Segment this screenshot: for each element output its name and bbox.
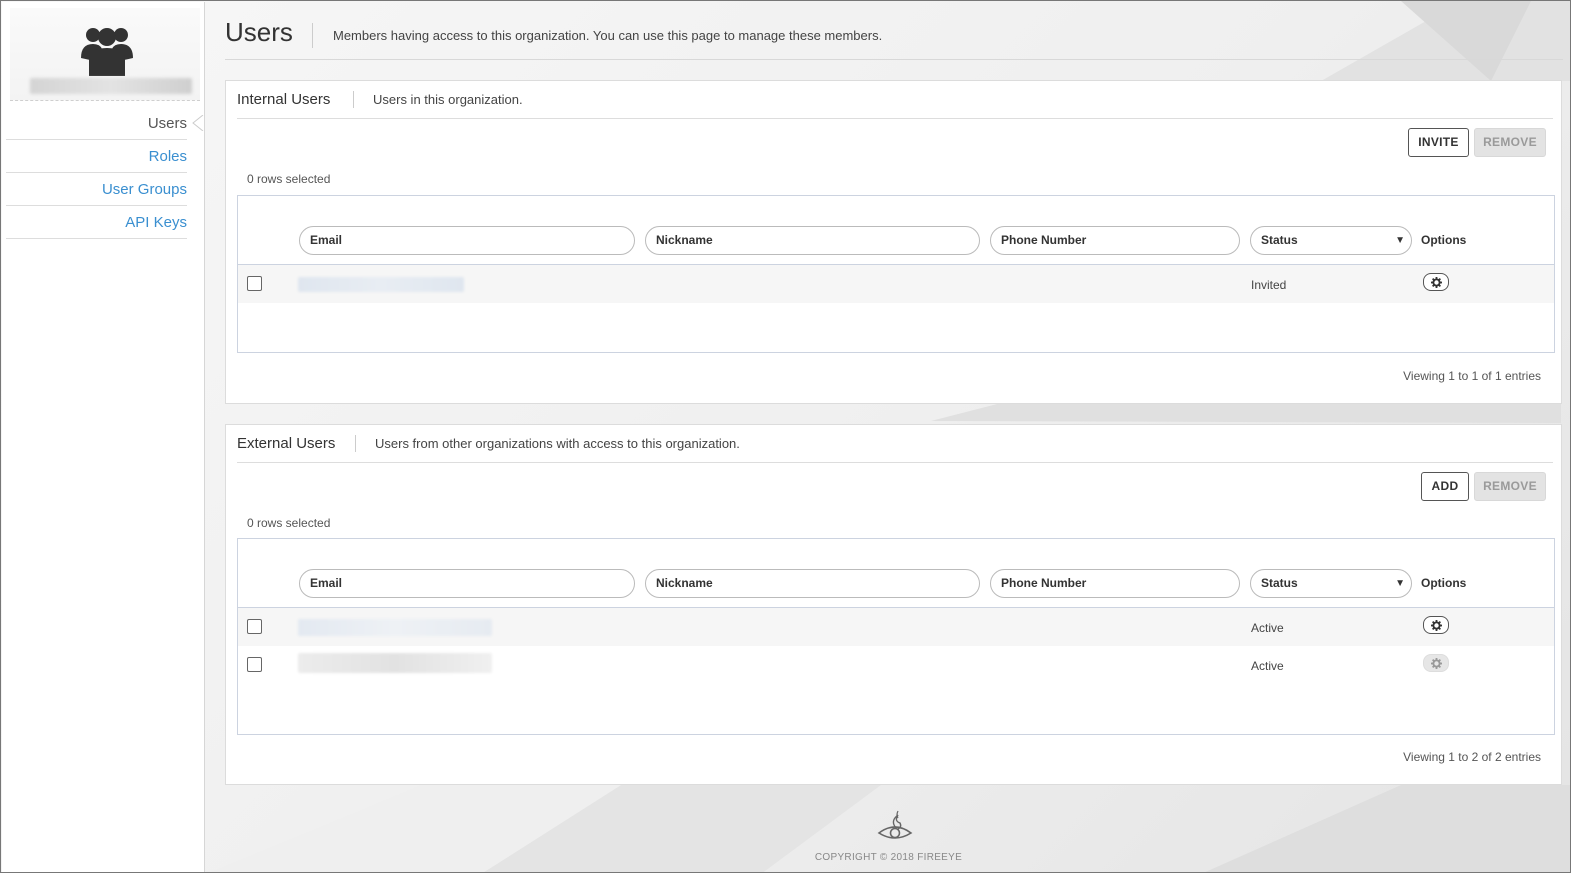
sidebar-item-label: API Keys xyxy=(125,214,187,231)
phone-column-header: Phone Number xyxy=(1001,576,1087,590)
email-redacted xyxy=(298,653,492,673)
options-column-header: Options xyxy=(1421,576,1467,590)
nickname-filter-input[interactable]: Nickname xyxy=(645,226,980,255)
panel-title-divider xyxy=(355,435,356,452)
options-column-header: Options xyxy=(1421,233,1467,247)
nickname-column-header: Nickname xyxy=(656,576,713,590)
sidebar: Users Roles User Groups API Keys xyxy=(2,2,205,872)
email-column-header: Email xyxy=(310,233,343,247)
phone-filter-input[interactable]: Phone Number xyxy=(990,226,1240,255)
remove-button[interactable]: REMOVE xyxy=(1474,472,1546,501)
panel-description: Users from other organizations with acce… xyxy=(375,436,740,451)
chevron-down-icon: ▼ xyxy=(1395,578,1405,589)
title-divider xyxy=(312,23,313,48)
gear-icon xyxy=(1431,620,1442,631)
row-checkbox[interactable] xyxy=(247,657,262,672)
external-users-panel: External Users Users from other organiza… xyxy=(225,424,1562,785)
gear-icon xyxy=(1431,658,1442,669)
add-button[interactable]: ADD xyxy=(1421,472,1469,501)
sidebar-item-label: Users xyxy=(147,115,187,132)
email-redacted xyxy=(298,619,492,636)
email-filter-input[interactable]: Email xyxy=(299,226,635,255)
org-name-redacted xyxy=(30,78,192,94)
sidebar-nav: Users Roles User Groups API Keys xyxy=(6,107,204,239)
nickname-column-header: Nickname xyxy=(656,233,713,247)
table-row: Invited xyxy=(238,265,1554,303)
row-checkbox[interactable] xyxy=(247,276,262,291)
remove-button[interactable]: REMOVE xyxy=(1474,128,1546,157)
org-avatar xyxy=(10,8,200,101)
users-group-icon xyxy=(81,28,133,76)
sidebar-item-label: User Groups xyxy=(101,181,187,198)
header-divider xyxy=(225,59,1563,60)
status-column-header: Status xyxy=(1261,576,1298,590)
row-options-button[interactable] xyxy=(1423,616,1449,634)
sidebar-item-api-keys[interactable]: API Keys xyxy=(6,206,187,239)
rows-selected-count: 0 rows selected xyxy=(247,172,331,186)
gear-icon xyxy=(1431,277,1442,288)
panel-description: Users in this organization. xyxy=(373,92,523,107)
row-options-button[interactable] xyxy=(1423,273,1449,291)
email-redacted xyxy=(298,277,464,292)
row-options-button[interactable] xyxy=(1423,654,1449,672)
sidebar-item-users[interactable]: Users xyxy=(6,107,204,140)
nickname-filter-input[interactable]: Nickname xyxy=(645,569,980,598)
status-column-header: Status xyxy=(1261,233,1298,247)
fireeye-logo-icon xyxy=(877,810,913,839)
table-row: Active xyxy=(238,646,1554,684)
status-cell: Active xyxy=(1251,659,1284,673)
active-caret-icon xyxy=(192,115,204,131)
page-description: Members having access to this organizati… xyxy=(333,28,883,43)
internal-users-table: Email Nickname Phone Number Status ▼ Opt… xyxy=(237,195,1555,353)
panel-divider xyxy=(237,118,1553,119)
pagination-info: Viewing 1 to 1 of 1 entries xyxy=(1403,369,1541,383)
app-window: Users Roles User Groups API Keys Users M… xyxy=(0,0,1571,873)
panel-title-divider xyxy=(353,91,354,108)
panel-divider xyxy=(237,462,1553,463)
invite-button[interactable]: INVITE xyxy=(1408,128,1469,157)
external-users-table: Email Nickname Phone Number Status ▼ Opt… xyxy=(237,538,1555,735)
panel-title: External Users xyxy=(237,435,336,452)
rows-selected-count: 0 rows selected xyxy=(247,516,331,530)
internal-users-panel: Internal Users Users in this organizatio… xyxy=(225,80,1562,404)
status-cell: Invited xyxy=(1251,278,1287,292)
copyright-text: COPYRIGHT © 2018 FIREEYE xyxy=(814,852,963,863)
status-filter-select[interactable]: Status ▼ xyxy=(1250,569,1412,598)
email-column-header: Email xyxy=(310,576,343,590)
row-checkbox[interactable] xyxy=(247,619,262,634)
sidebar-item-roles[interactable]: Roles xyxy=(6,140,187,173)
sidebar-item-label: Roles xyxy=(148,148,187,165)
sidebar-item-user-groups[interactable]: User Groups xyxy=(6,173,187,206)
status-filter-select[interactable]: Status ▼ xyxy=(1250,226,1412,255)
table-row: Active xyxy=(238,608,1554,646)
phone-column-header: Phone Number xyxy=(1001,233,1087,247)
chevron-down-icon: ▼ xyxy=(1395,235,1405,246)
panel-title: Internal Users xyxy=(237,91,331,108)
phone-filter-input[interactable]: Phone Number xyxy=(990,569,1240,598)
email-filter-input[interactable]: Email xyxy=(299,569,635,598)
page-title: Users xyxy=(225,17,293,47)
status-cell: Active xyxy=(1251,621,1284,635)
pagination-info: Viewing 1 to 2 of 2 entries xyxy=(1403,750,1541,764)
